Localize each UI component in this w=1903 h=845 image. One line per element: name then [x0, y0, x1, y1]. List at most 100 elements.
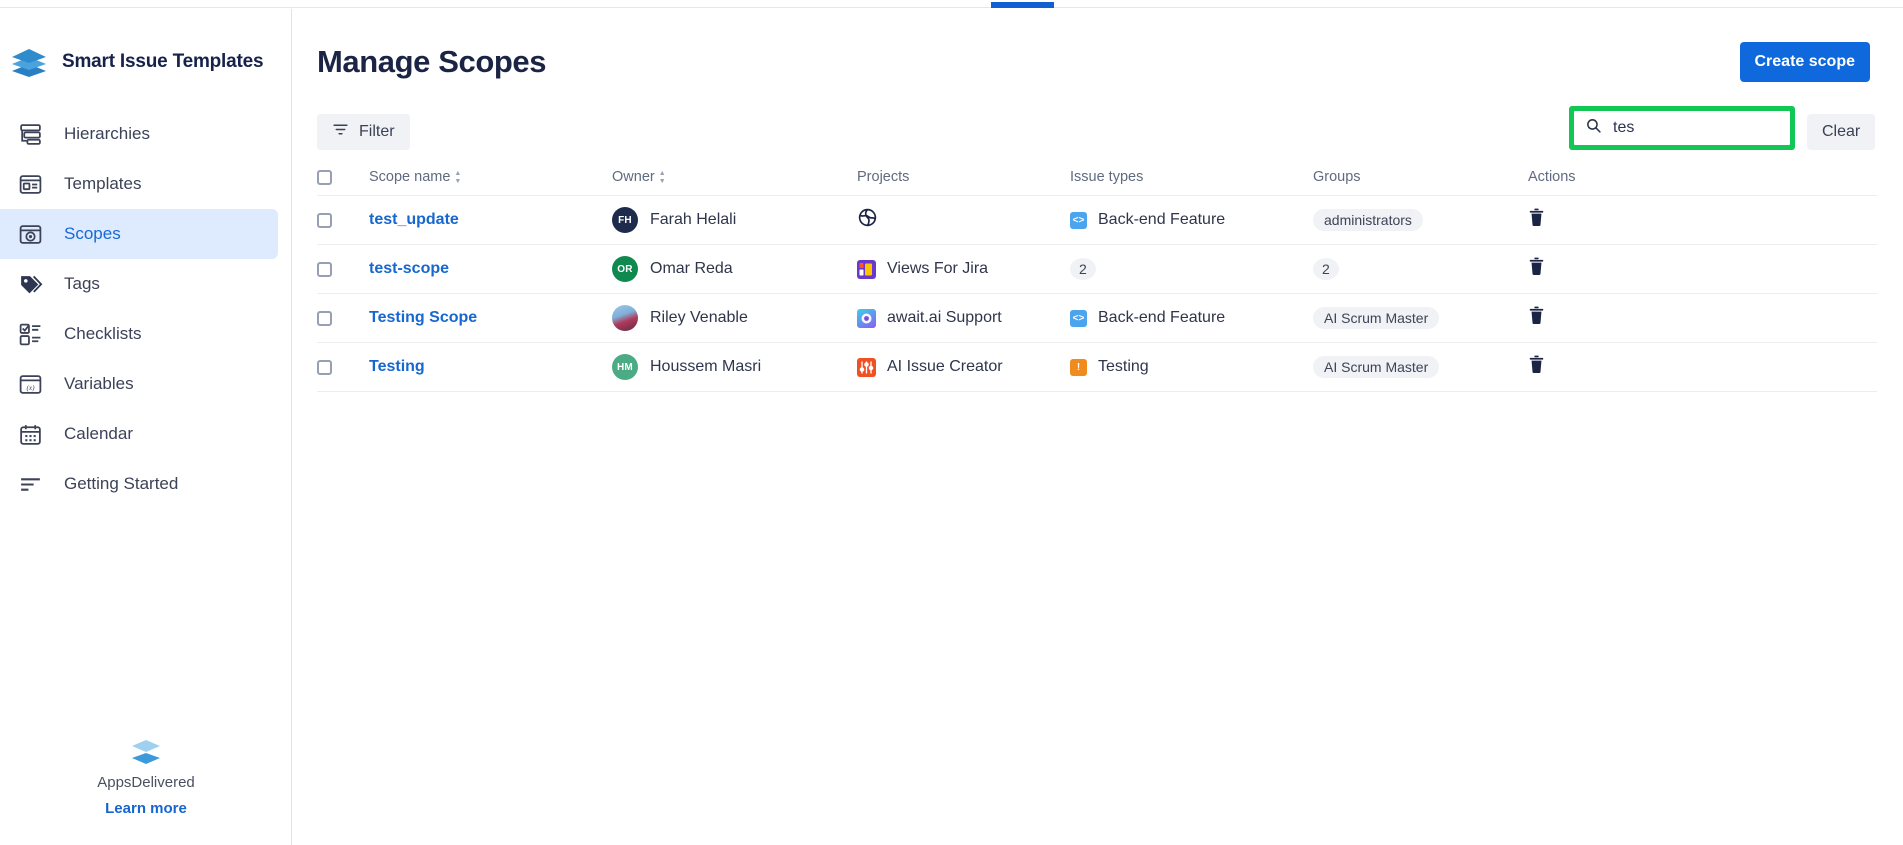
column-header-owner[interactable]: Owner ▲▼	[612, 169, 857, 185]
sidebar-item-tags[interactable]: Tags	[0, 259, 278, 309]
actions-cell	[1528, 208, 1703, 232]
calendar-icon	[17, 421, 44, 448]
sidebar-item-label: Hierarchies	[64, 124, 150, 144]
issue-type-count-badge: 2	[1070, 258, 1096, 280]
sidebar-footer: AppsDelivered Learn more	[0, 737, 292, 817]
sort-arrows-icon: ▲▼	[659, 170, 666, 185]
scope-name-link[interactable]: Testing	[369, 358, 425, 375]
trash-icon[interactable]	[1528, 355, 1545, 374]
sidebar-item-templates[interactable]: Templates	[0, 159, 278, 209]
groups-cell: administrators	[1313, 209, 1528, 231]
filter-icon	[332, 121, 349, 143]
scope-name-cell: test_update	[369, 211, 612, 229]
globe-icon	[857, 207, 878, 233]
tag-icon	[17, 271, 44, 298]
column-header-issue-types: Issue types	[1070, 169, 1313, 185]
groups-cell: 2	[1313, 258, 1528, 280]
table-row: Testing Scope Riley Venable await.ai Sup…	[317, 294, 1877, 343]
issue-types-cell: ! Testing	[1070, 358, 1313, 376]
column-label: Projects	[857, 169, 909, 185]
trash-icon[interactable]	[1528, 257, 1545, 276]
trash-icon[interactable]	[1528, 208, 1545, 227]
scope-name-cell: Testing Scope	[369, 309, 612, 327]
sidebar-nav: Hierarchies Templates	[0, 109, 292, 509]
column-header-scope-name[interactable]: Scope name ▲▼	[369, 169, 612, 185]
sidebar-item-label: Getting Started	[64, 474, 178, 494]
row-checkbox[interactable]	[317, 213, 332, 228]
owner-cell: FH Farah Helali	[612, 207, 857, 233]
sidebar-item-variables[interactable]: (x) Variables	[0, 359, 278, 409]
sidebar-item-hierarchies[interactable]: Hierarchies	[0, 109, 278, 159]
owner-cell: OR Omar Reda	[612, 256, 857, 282]
sort-arrows-icon: ▲▼	[454, 170, 461, 185]
group-pill: administrators	[1313, 209, 1423, 231]
projects-cell	[857, 207, 1070, 233]
owner-cell: HM Houssem Masri	[612, 354, 857, 380]
issue-types-cell: 2	[1070, 258, 1313, 280]
checklist-icon	[17, 321, 44, 348]
learn-more-link[interactable]: Learn more	[0, 800, 292, 817]
template-window-icon	[17, 171, 44, 198]
avatar	[612, 305, 638, 331]
create-scope-button[interactable]: Create scope	[1740, 42, 1871, 82]
actions-cell	[1528, 355, 1703, 379]
svg-text:(x): (x)	[26, 384, 35, 392]
sidebar-item-scopes[interactable]: Scopes	[0, 209, 278, 259]
actions-cell	[1528, 257, 1703, 281]
appsdelivered-cube-icon	[129, 737, 163, 767]
scope-name-link[interactable]: test-scope	[369, 260, 449, 277]
row-checkbox[interactable]	[317, 262, 332, 277]
table-row: Testing HM Houssem Masri A	[317, 343, 1877, 392]
column-label: Groups	[1313, 169, 1361, 185]
groups-cell: AI Scrum Master	[1313, 356, 1528, 378]
filter-button[interactable]: Filter	[317, 114, 410, 150]
scope-name-cell: Testing	[369, 358, 612, 376]
actions-cell	[1528, 306, 1703, 330]
variable-x-icon: (x)	[17, 371, 44, 398]
issue-type-label: Back-end Feature	[1098, 309, 1225, 327]
main-content: Manage Scopes Create scope Filter Clear	[292, 9, 1903, 845]
sidebar-item-label: Tags	[64, 274, 100, 294]
row-select-cell	[317, 262, 369, 277]
app-root: Smart Issue Templates Hierarchies	[0, 0, 1903, 845]
project-label: Views For Jira	[887, 260, 988, 278]
exclamation-icon: !	[1070, 359, 1087, 376]
avatar: OR	[612, 256, 638, 282]
search-highlight-box	[1569, 106, 1795, 150]
scope-name-link[interactable]: test_update	[369, 211, 459, 228]
column-header-projects: Projects	[857, 169, 1070, 185]
sidebar-item-checklists[interactable]: Checklists	[0, 309, 278, 359]
table-row: test_update FH Farah Helali	[317, 196, 1877, 245]
hierarchy-icon	[17, 121, 44, 148]
scopes-table: Scope name ▲▼ Owner ▲▼ Projects Issue ty…	[317, 159, 1877, 392]
code-brackets-icon: <>	[1070, 310, 1087, 327]
trash-icon[interactable]	[1528, 306, 1545, 325]
owner-name: Omar Reda	[650, 260, 733, 278]
row-checkbox[interactable]	[317, 311, 332, 326]
table-row: test-scope OR Omar Reda Views For Jira	[317, 245, 1877, 294]
scope-name-cell: test-scope	[369, 260, 612, 278]
projects-cell: await.ai Support	[857, 309, 1070, 328]
issue-type-label: Back-end Feature	[1098, 211, 1225, 229]
sidebar-item-getting-started[interactable]: Getting Started	[0, 459, 278, 509]
row-checkbox[interactable]	[317, 360, 332, 375]
select-all-cell	[317, 170, 369, 185]
projects-cell: Views For Jira	[857, 260, 1070, 279]
issue-types-cell: <> Back-end Feature	[1070, 211, 1313, 229]
sidebar: Smart Issue Templates Hierarchies	[0, 9, 292, 845]
code-brackets-icon: <>	[1070, 212, 1087, 229]
select-all-checkbox[interactable]	[317, 170, 332, 185]
avatar: FH	[612, 207, 638, 233]
clear-button[interactable]: Clear	[1807, 114, 1875, 150]
lines-list-icon	[17, 471, 44, 498]
group-pill: AI Scrum Master	[1313, 356, 1439, 378]
search-field[interactable]	[1574, 111, 1790, 145]
column-header-actions: Actions	[1528, 169, 1703, 185]
brand: Smart Issue Templates	[10, 47, 263, 77]
search-input[interactable]	[1613, 119, 1779, 137]
brand-name: Smart Issue Templates	[62, 51, 263, 73]
row-select-cell	[317, 213, 369, 228]
scope-name-link[interactable]: Testing Scope	[369, 309, 477, 326]
sidebar-item-label: Templates	[64, 174, 141, 194]
sidebar-item-calendar[interactable]: Calendar	[0, 409, 278, 459]
